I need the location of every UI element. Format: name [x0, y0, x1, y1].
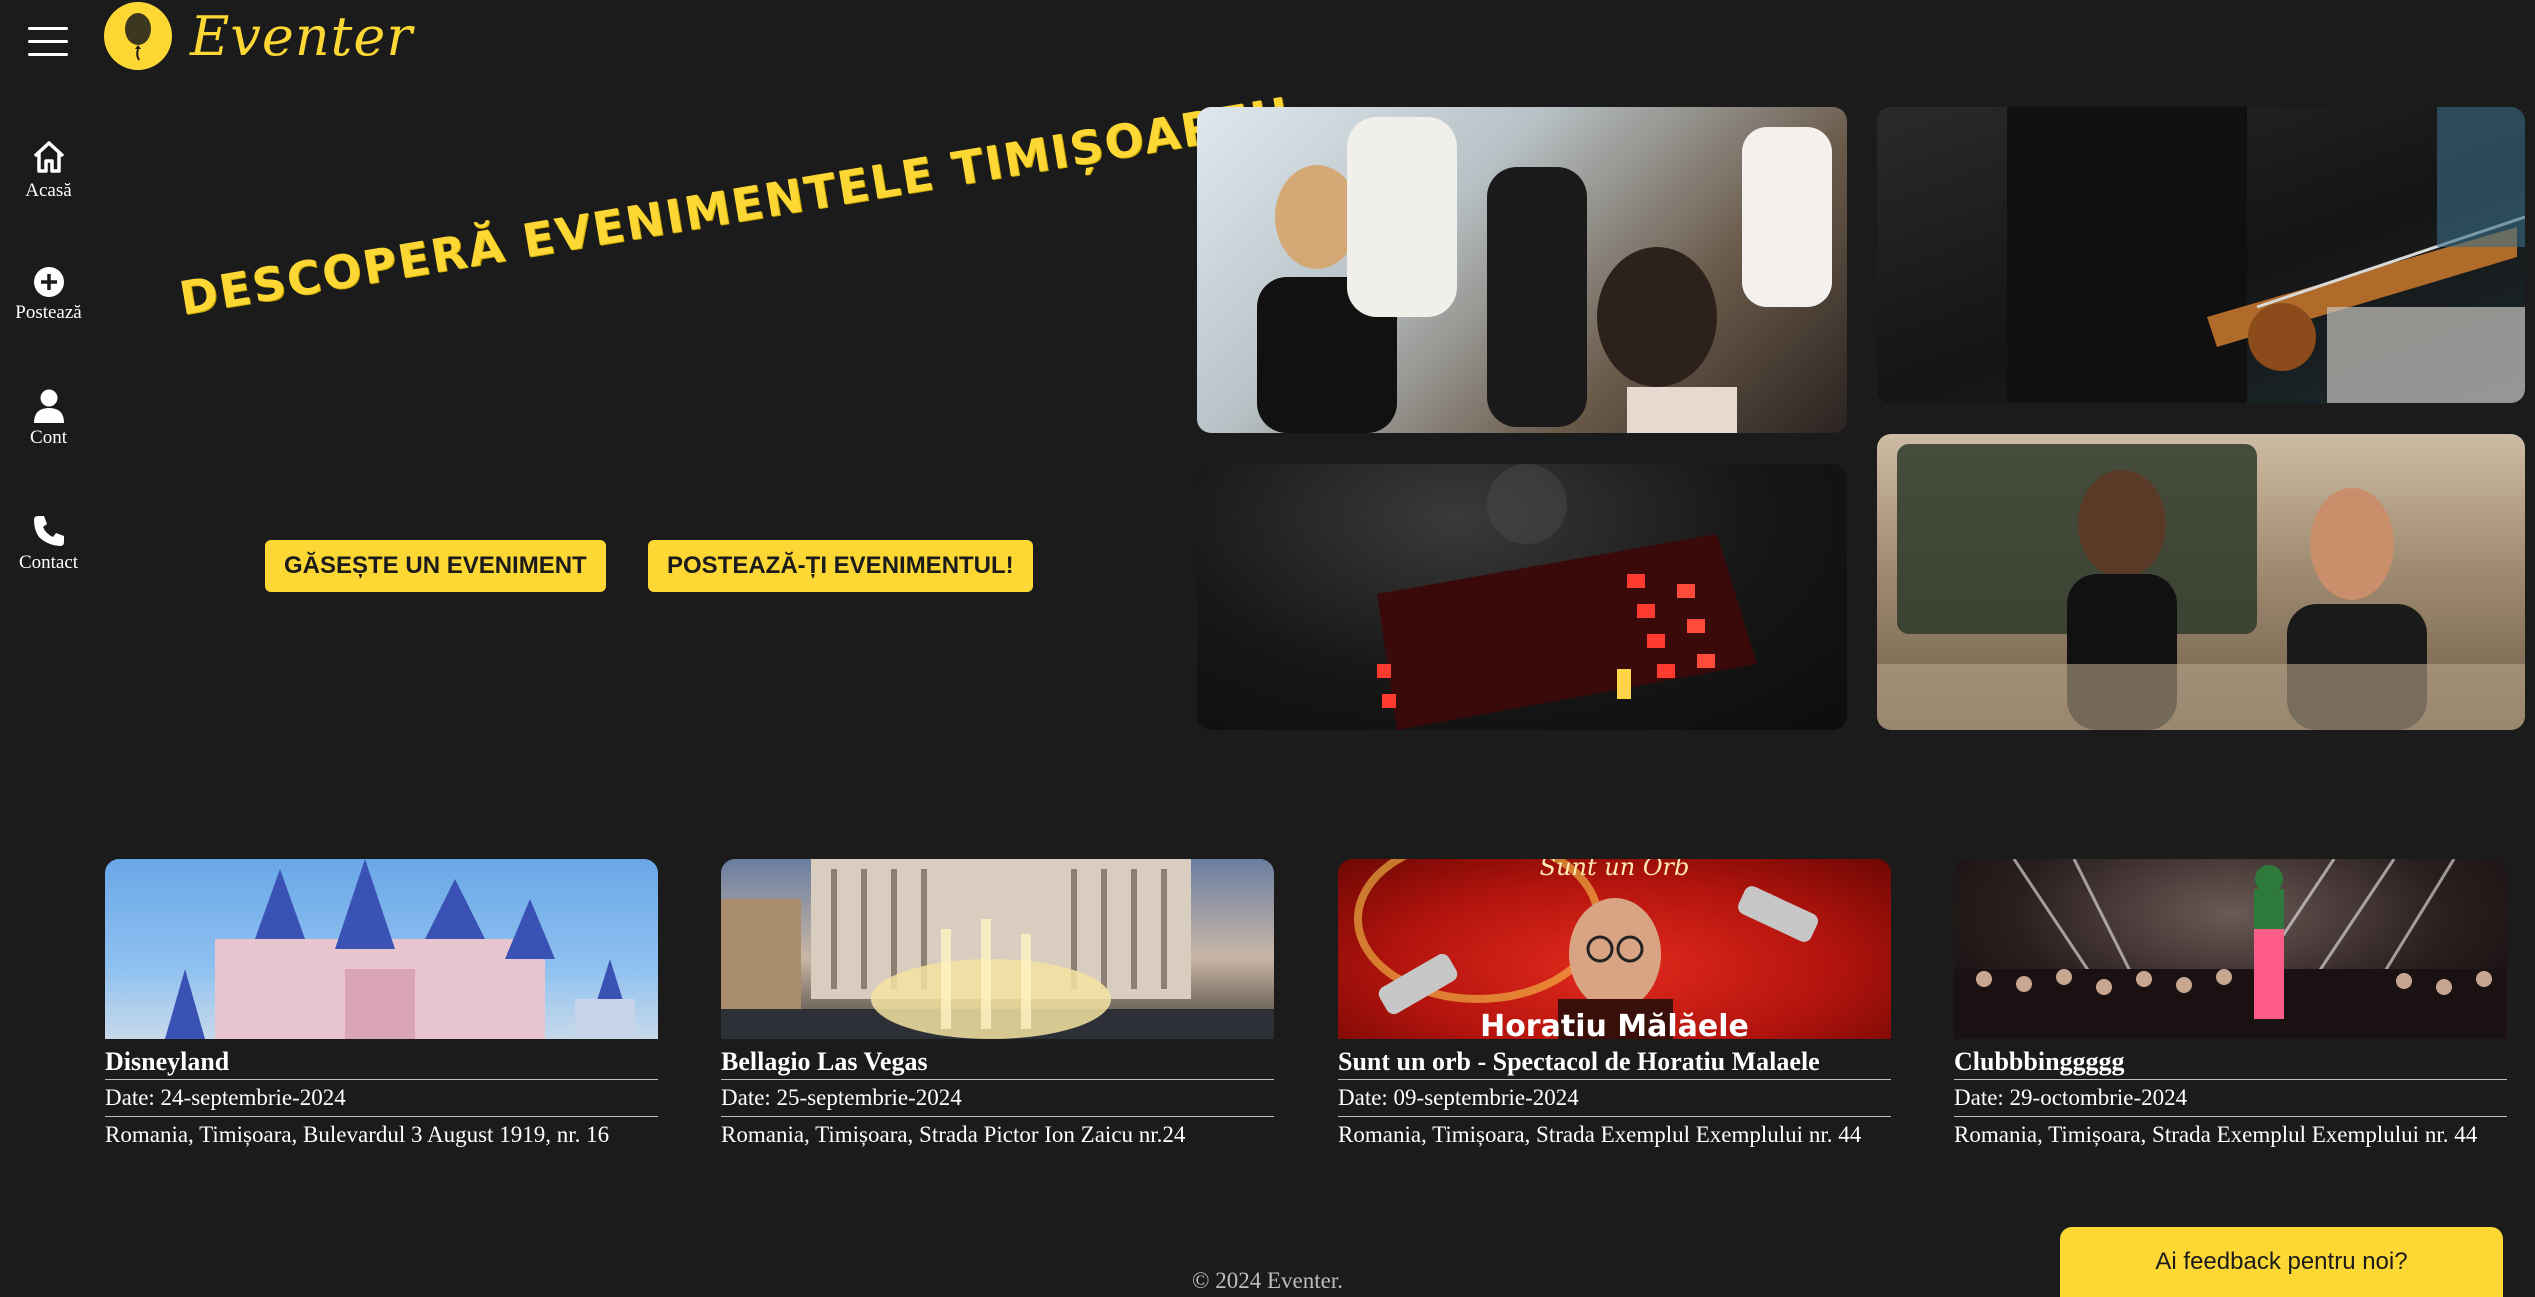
find-event-button[interactable]: GĂSEȘTE UN EVENIMENT [265, 540, 606, 592]
sidebar-item-label: Cont [30, 427, 67, 448]
event-image [105, 859, 658, 1039]
event-title: Clubbbinggggg [1954, 1047, 2125, 1076]
event-poster-title: Sunt un Orb [1539, 859, 1690, 881]
feedback-button[interactable]: Ai feedback pentru noi? [2060, 1227, 2503, 1297]
event-address: Romania, Timișoara, Strada Pictor Ion Za… [721, 1116, 1274, 1153]
sidebar-item-acasa[interactable]: Acasă [0, 138, 97, 202]
event-title: Sunt un orb - Spectacol de Horatiu Malae… [1338, 1047, 1820, 1076]
hero-photo-friends [1197, 107, 1847, 433]
logo[interactable]: Eventer [104, 2, 413, 70]
event-image: Sunt un Orb Horatiu Mălăele [1338, 859, 1891, 1039]
event-address: Romania, Timișoara, Bulevardul 3 August … [105, 1116, 658, 1153]
menu-icon[interactable] [28, 27, 68, 57]
phone-icon [33, 516, 64, 546]
plus-circle-icon [33, 267, 64, 297]
event-title: Bellagio Las Vegas [721, 1047, 928, 1076]
hero-photo-concert [1197, 464, 1847, 730]
event-title: Disneyland [105, 1047, 230, 1076]
logo-text: Eventer [190, 4, 414, 68]
event-card[interactable]: Disneyland Date: 24-septembrie-2024 Roma… [105, 859, 658, 1153]
hero-headline: DESCOPERĂ EVENIMENTELE TIMIȘOAREI! [175, 86, 1297, 326]
event-address: Romania, Timișoara, Strada Exemplul Exem… [1954, 1116, 2507, 1153]
sidebar-item-contact[interactable]: Contact [0, 514, 97, 574]
event-card[interactable]: Sunt un Orb Horatiu Mălăele Sunt un orb … [1338, 859, 1891, 1153]
event-image [721, 859, 1274, 1039]
sidebar-item-label: Contact [18, 552, 79, 573]
event-image [1954, 859, 2507, 1039]
page: Eventer Acasă Postează Cont Contact DESC… [0, 0, 2535, 1297]
post-event-button[interactable]: POSTEAZĂ-ȚI EVENIMENTUL! [648, 540, 1033, 592]
event-date: Date: 24-septembrie-2024 [105, 1079, 658, 1116]
sidebar-item-cont[interactable]: Cont [0, 389, 97, 449]
sidebar-item-label: Acasă [25, 180, 72, 201]
balloon-icon [104, 2, 172, 70]
user-icon [33, 389, 64, 423]
event-card[interactable]: Clubbbinggggg Date: 29-octombrie-2024 Ro… [1954, 859, 2507, 1153]
home-icon [33, 141, 64, 173]
event-date: Date: 09-septembrie-2024 [1338, 1079, 1891, 1116]
event-card[interactable]: Bellagio Las Vegas Date: 25-septembrie-2… [721, 859, 1274, 1153]
event-address: Romania, Timișoara, Strada Exemplul Exem… [1338, 1116, 1891, 1153]
sidebar-item-posteaza[interactable]: Postează [0, 266, 97, 324]
sidebar-item-label: Postează [15, 302, 82, 323]
hero-photo-guitarist [1877, 107, 2525, 403]
event-poster-name: Horatiu Mălăele [1480, 1009, 1749, 1039]
event-date: Date: 29-octombrie-2024 [1954, 1079, 2507, 1116]
event-date: Date: 25-septembrie-2024 [721, 1079, 1274, 1116]
hero-photo-van [1877, 434, 2525, 730]
